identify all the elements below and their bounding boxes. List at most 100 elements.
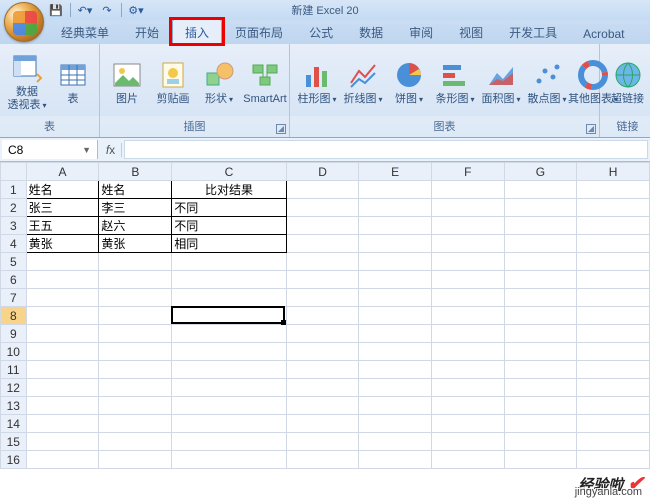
cell[interactable]: 相同 [172, 235, 286, 253]
column-header[interactable]: F [432, 163, 505, 181]
cell[interactable] [577, 289, 650, 307]
cell[interactable] [99, 415, 172, 433]
cell[interactable] [577, 397, 650, 415]
cell[interactable] [504, 433, 577, 451]
cell[interactable] [577, 253, 650, 271]
cell[interactable] [577, 181, 650, 199]
column-chart-button[interactable]: 柱形图 [296, 56, 338, 109]
cell[interactable] [359, 271, 432, 289]
cell[interactable]: 王五 [26, 217, 99, 235]
cell[interactable] [577, 379, 650, 397]
cell[interactable] [286, 253, 359, 271]
cell[interactable] [99, 451, 172, 469]
area-chart-button[interactable]: 面积图 [480, 56, 522, 109]
row-header[interactable]: 8 [1, 307, 27, 325]
cell[interactable] [432, 451, 505, 469]
cell[interactable] [286, 415, 359, 433]
shapes-button[interactable]: 形状 [198, 56, 240, 109]
cell[interactable] [286, 325, 359, 343]
tab-data[interactable]: 数据 [346, 19, 396, 44]
cell[interactable] [359, 181, 432, 199]
cell[interactable] [286, 379, 359, 397]
cell[interactable] [26, 415, 99, 433]
cell[interactable]: 不同 [172, 199, 286, 217]
cell[interactable] [359, 361, 432, 379]
cell[interactable] [432, 199, 505, 217]
cell[interactable] [172, 343, 286, 361]
tab-home[interactable]: 开始 [122, 19, 172, 44]
cell[interactable] [172, 397, 286, 415]
cell[interactable] [577, 235, 650, 253]
cell[interactable] [286, 397, 359, 415]
cell[interactable] [286, 181, 359, 199]
cell[interactable] [286, 343, 359, 361]
cell[interactable] [172, 271, 286, 289]
tab-acrobat[interactable]: Acrobat [570, 22, 637, 44]
row-header[interactable]: 12 [1, 379, 27, 397]
scatter-chart-button[interactable]: 散点图 [526, 56, 568, 109]
cell[interactable] [577, 325, 650, 343]
cell[interactable] [359, 235, 432, 253]
cell[interactable] [504, 397, 577, 415]
row-header[interactable]: 13 [1, 397, 27, 415]
redo-icon[interactable]: ↷ [99, 2, 115, 18]
cell[interactable] [286, 451, 359, 469]
cell[interactable]: 李三 [99, 199, 172, 217]
cell[interactable] [577, 451, 650, 469]
cell[interactable]: 赵六 [99, 217, 172, 235]
cell[interactable] [504, 307, 577, 325]
cell[interactable] [26, 451, 99, 469]
cell[interactable] [577, 361, 650, 379]
cell[interactable] [504, 199, 577, 217]
cell[interactable] [359, 415, 432, 433]
cell[interactable] [26, 325, 99, 343]
cell[interactable]: 比对结果 [172, 181, 286, 199]
formula-input[interactable] [124, 140, 648, 159]
cell[interactable] [359, 451, 432, 469]
cell[interactable] [504, 451, 577, 469]
cell[interactable] [172, 289, 286, 307]
cell[interactable] [286, 361, 359, 379]
row-header[interactable]: 3 [1, 217, 27, 235]
cell[interactable] [504, 271, 577, 289]
bar-chart-button[interactable]: 条形图 [434, 56, 476, 109]
dialog-launcher-icon[interactable]: ◢ [276, 124, 286, 134]
chevron-down-icon[interactable]: ▼ [82, 145, 91, 155]
pie-chart-button[interactable]: 饼图 [388, 56, 430, 109]
cell[interactable] [172, 253, 286, 271]
office-button[interactable] [4, 2, 44, 42]
row-header[interactable]: 11 [1, 361, 27, 379]
row-header[interactable]: 9 [1, 325, 27, 343]
cell[interactable] [432, 397, 505, 415]
cell[interactable] [359, 325, 432, 343]
column-header[interactable]: C [172, 163, 286, 181]
cell[interactable] [504, 253, 577, 271]
clipart-button[interactable]: 剪贴画 [152, 56, 194, 109]
cell[interactable] [26, 253, 99, 271]
cell[interactable] [172, 379, 286, 397]
cell[interactable] [432, 289, 505, 307]
cell[interactable] [577, 199, 650, 217]
row-header[interactable]: 15 [1, 433, 27, 451]
cell[interactable] [286, 235, 359, 253]
cell[interactable] [99, 325, 172, 343]
cell[interactable] [99, 361, 172, 379]
cell[interactable] [504, 379, 577, 397]
cell[interactable] [432, 415, 505, 433]
cell[interactable] [432, 235, 505, 253]
cell[interactable] [577, 343, 650, 361]
pivottable-button[interactable]: 数据 透视表 [6, 49, 48, 115]
column-header[interactable]: H [577, 163, 650, 181]
smartart-button[interactable]: SmartArt [244, 56, 286, 109]
cell[interactable] [504, 325, 577, 343]
row-header[interactable]: 16 [1, 451, 27, 469]
cell[interactable] [99, 307, 172, 325]
column-header[interactable]: E [359, 163, 432, 181]
row-header[interactable]: 4 [1, 235, 27, 253]
cell[interactable] [286, 199, 359, 217]
cell[interactable]: 姓名 [26, 181, 99, 199]
cell[interactable] [172, 361, 286, 379]
cell[interactable] [286, 289, 359, 307]
row-header[interactable]: 5 [1, 253, 27, 271]
cell[interactable] [99, 343, 172, 361]
